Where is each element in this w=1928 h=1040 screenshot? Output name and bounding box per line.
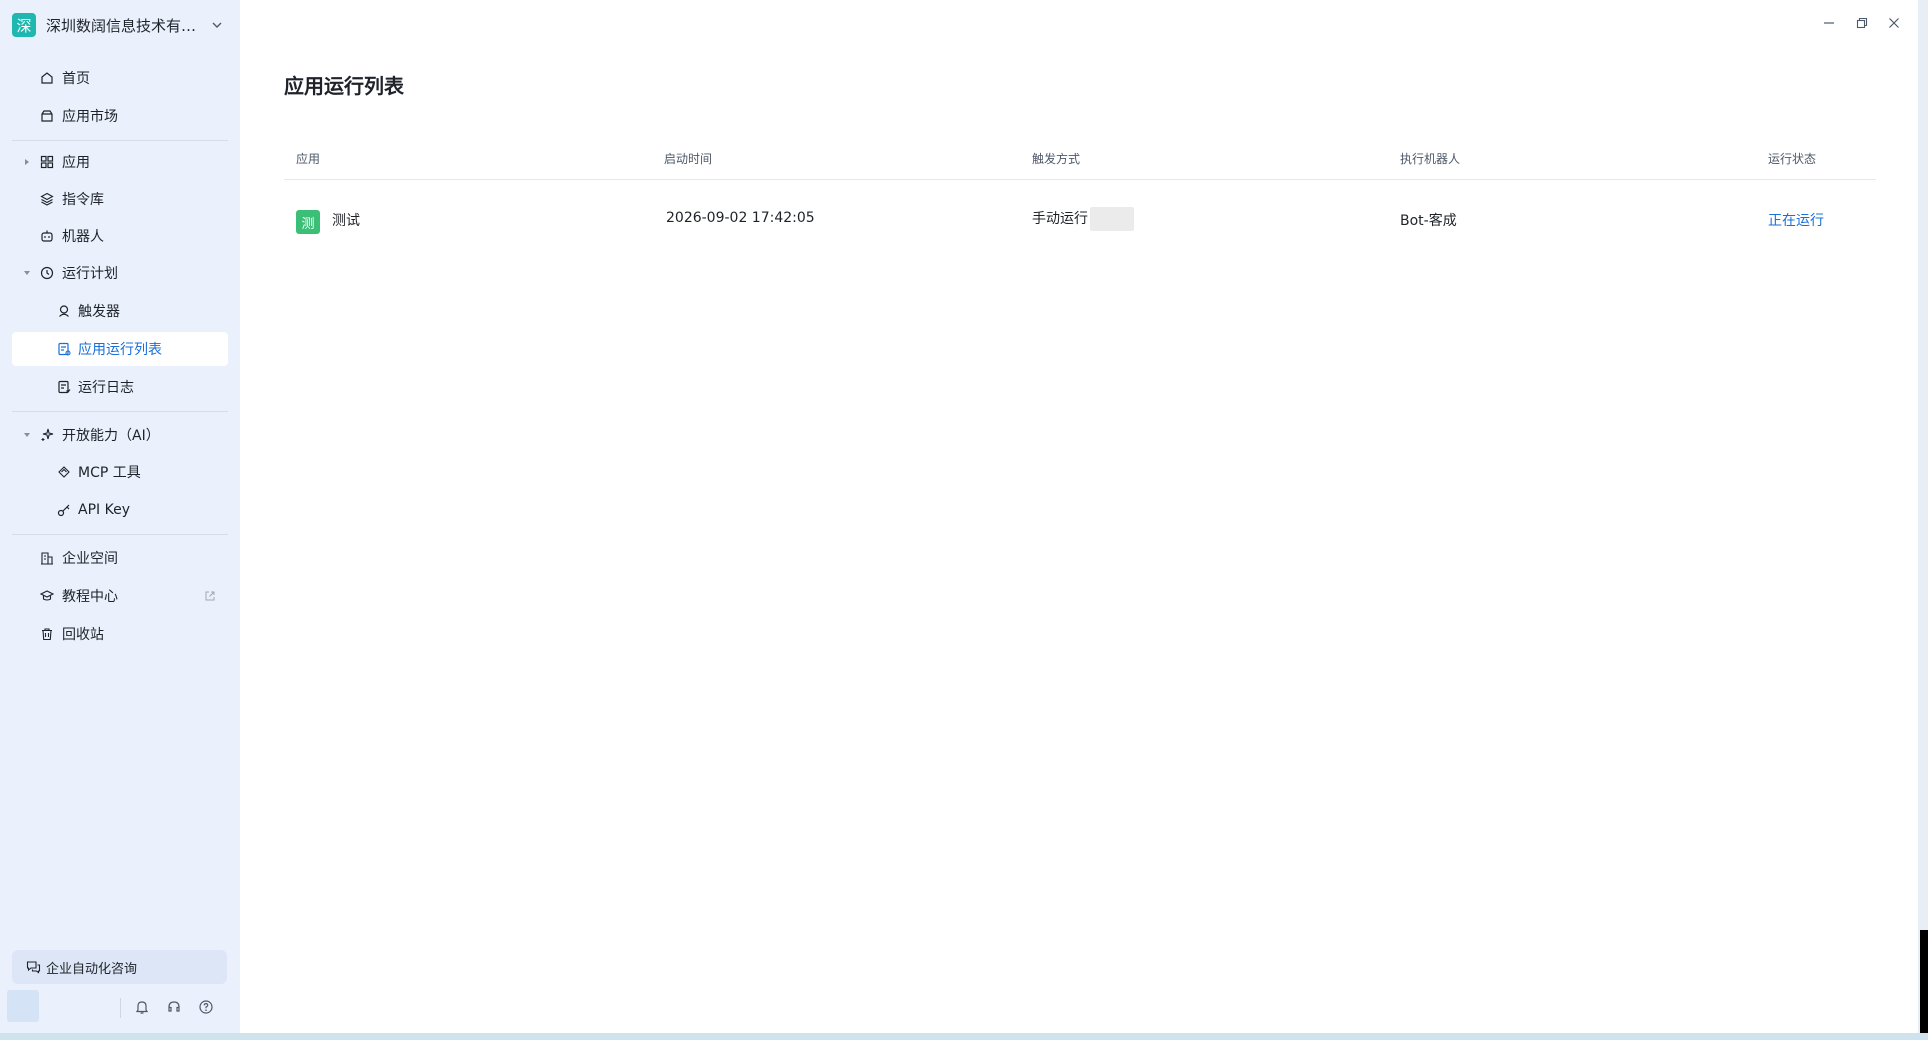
- clock-icon: [39, 265, 55, 281]
- avatar[interactable]: [7, 990, 39, 1022]
- trash-icon: [39, 626, 55, 642]
- trigger-cell: 手动运行: [1032, 207, 1134, 231]
- column-header-status: 运行状态: [1768, 152, 1817, 166]
- divider: [120, 998, 121, 1018]
- sidebar-item-recycle[interactable]: 回收站: [12, 617, 228, 651]
- sidebar-item-open-ai[interactable]: 开放能力（AI）: [12, 418, 228, 452]
- column-header-app: 应用: [296, 152, 321, 166]
- status-link[interactable]: 正在运行: [1768, 210, 1824, 230]
- app-badge: 测: [296, 210, 320, 234]
- close-icon[interactable]: [1883, 12, 1905, 34]
- sidebar-item-label: MCP 工具: [78, 465, 141, 481]
- caret-down-icon: [22, 268, 32, 278]
- graduation-cap-icon: [39, 588, 55, 604]
- sidebar-item-tutorial[interactable]: 教程中心: [12, 579, 228, 613]
- app-name: 测试: [332, 213, 360, 229]
- taskbar-strip: [0, 1033, 1928, 1040]
- org-name: 深圳数阔信息技术有限...: [46, 16, 201, 35]
- sidebar-item-robots[interactable]: 机器人: [12, 219, 228, 253]
- sidebar: 深 深圳数阔信息技术有限... 首页 应用市场 应用 指令库 机器人 运行计划 …: [0, 0, 240, 1033]
- sidebar-item-label: 应用运行列表: [78, 342, 162, 358]
- sidebar-item-label: 触发器: [78, 304, 120, 320]
- sidebar-item-home[interactable]: 首页: [12, 61, 228, 95]
- sidebar-item-plan[interactable]: 运行计划: [12, 256, 228, 290]
- log-icon: [56, 379, 72, 395]
- column-header-robot: 执行机器人: [1400, 152, 1461, 166]
- sidebar-item-enterprise[interactable]: 企业空间: [12, 541, 228, 575]
- window-edge-dark: [1920, 930, 1928, 1040]
- home-icon: [39, 70, 55, 86]
- sidebar-item-label: 应用市场: [62, 109, 118, 125]
- building-icon: [39, 550, 55, 566]
- org-logo: 深: [12, 13, 36, 37]
- headset-icon[interactable]: [164, 997, 184, 1017]
- external-link-icon: [205, 591, 215, 601]
- window-edge: [1918, 0, 1928, 1040]
- sidebar-item-commands[interactable]: 指令库: [12, 182, 228, 216]
- divider: [12, 534, 228, 535]
- sidebar-item-label: 运行计划: [62, 266, 118, 282]
- mcp-icon: [56, 464, 72, 480]
- sparkle-icon: [39, 427, 55, 443]
- sidebar-item-api-key[interactable]: API Key: [12, 493, 228, 527]
- sidebar-item-triggers[interactable]: 触发器: [12, 294, 228, 328]
- table-row[interactable]: 测 测试 2026-09-02 17:42:05 手动运行 Bot-客成 正在运…: [284, 180, 1876, 260]
- main-content: 应用运行列表 应用 启动时间 触发方式 执行机器人 运行状态 测 测试 2026…: [240, 0, 1920, 1033]
- sidebar-item-label: 开放能力（AI）: [62, 428, 160, 444]
- key-icon: [56, 502, 72, 518]
- grid-icon: [39, 154, 55, 170]
- minimize-icon[interactable]: [1818, 12, 1840, 34]
- divider: [12, 411, 228, 412]
- org-switcher[interactable]: 深 深圳数阔信息技术有限...: [12, 12, 230, 38]
- sidebar-item-label: 运行日志: [78, 380, 134, 396]
- sidebar-item-run-log[interactable]: 运行日志: [12, 370, 228, 404]
- sidebar-item-label: 应用: [62, 155, 90, 171]
- redacted-box: [1090, 207, 1134, 231]
- sidebar-item-label: API Key: [78, 502, 130, 518]
- list-icon: [56, 341, 72, 357]
- layers-icon: [39, 191, 55, 207]
- restore-icon[interactable]: [1851, 12, 1873, 34]
- sidebar-item-mcp[interactable]: MCP 工具: [12, 455, 228, 489]
- help-icon[interactable]: [196, 997, 216, 1017]
- sidebar-item-apps[interactable]: 应用: [12, 145, 228, 179]
- consult-label: 企业自动化咨询: [46, 961, 138, 977]
- caret-right-icon: [22, 157, 32, 167]
- store-icon: [39, 108, 55, 124]
- page-title: 应用运行列表: [284, 74, 404, 98]
- sidebar-item-label: 机器人: [62, 229, 104, 245]
- chevron-down-icon: [212, 22, 222, 28]
- sidebar-item-label: 指令库: [62, 192, 104, 208]
- column-header-trigger: 触发方式: [1032, 152, 1081, 166]
- trigger-type: 手动运行: [1032, 211, 1088, 227]
- caret-down-icon: [22, 430, 32, 440]
- sidebar-item-market[interactable]: 应用市场: [12, 99, 228, 133]
- start-time: 2026-09-02 17:42:05: [666, 210, 815, 226]
- sidebar-footer: [0, 990, 240, 1030]
- run-list-table: 应用 启动时间 触发方式 执行机器人 运行状态 测 测试 2026-09-02 …: [284, 140, 1876, 260]
- consult-button[interactable]: 企业自动化咨询: [12, 950, 227, 984]
- robot-icon: [39, 228, 55, 244]
- trigger-icon: [56, 303, 72, 319]
- sidebar-item-run-list[interactable]: 应用运行列表: [12, 332, 228, 366]
- column-header-start-time: 启动时间: [664, 152, 713, 166]
- bell-icon[interactable]: [132, 997, 152, 1017]
- sidebar-item-label: 首页: [62, 71, 90, 87]
- chat-icon: [25, 959, 41, 975]
- sidebar-item-label: 教程中心: [62, 589, 118, 605]
- sidebar-item-label: 回收站: [62, 627, 104, 643]
- table-header: 应用 启动时间 触发方式 执行机器人 运行状态: [284, 140, 1876, 180]
- divider: [12, 140, 228, 141]
- robot-name: Bot-客成: [1400, 213, 1457, 229]
- sidebar-item-label: 企业空间: [62, 551, 118, 567]
